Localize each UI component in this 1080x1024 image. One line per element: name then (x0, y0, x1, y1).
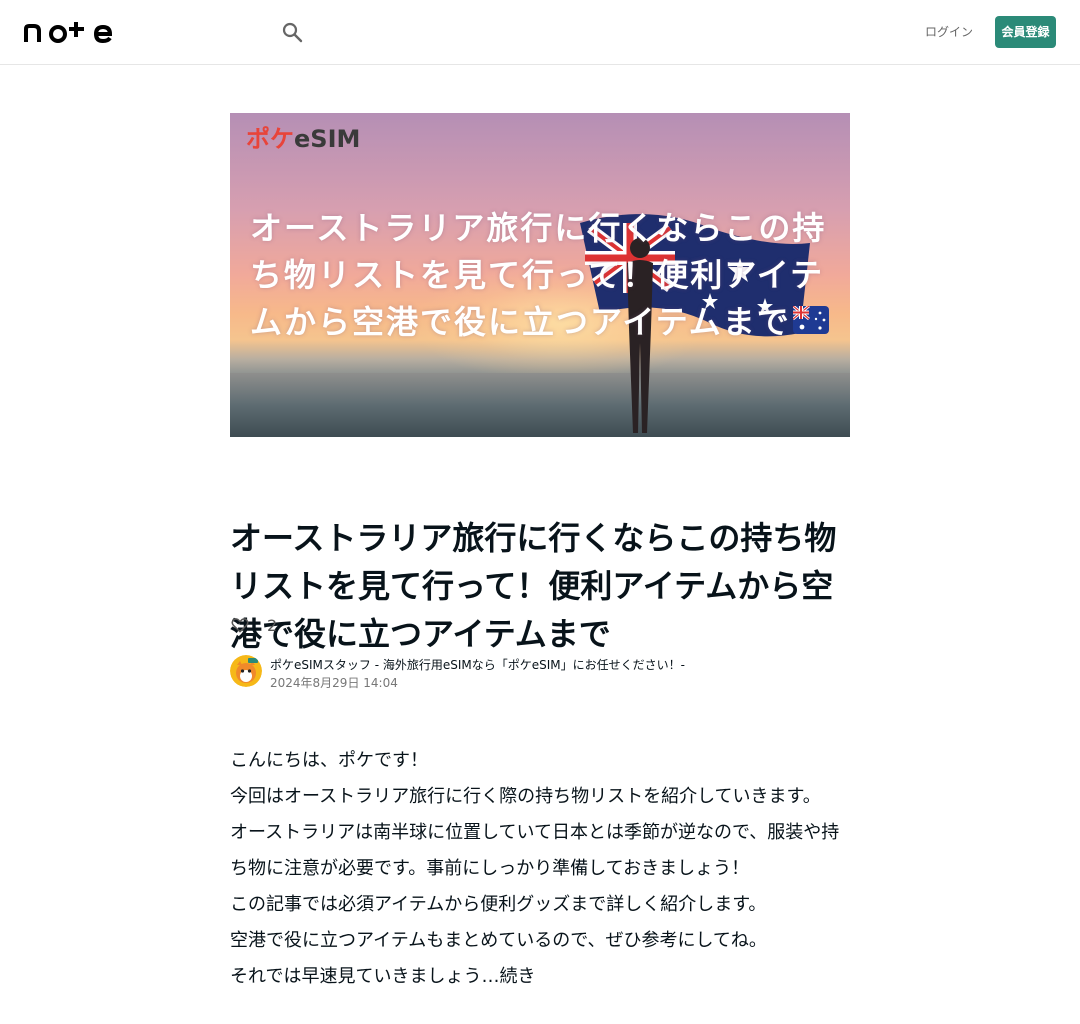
author-info: ポケeSIMスタッフ - 海外旅行用eSIMなら「ポケeSIM」にお任せください… (230, 655, 850, 690)
body-paragraph-continue[interactable]: それでは早速見ていきましょう…続き (230, 959, 850, 995)
hero-banner-text: オーストラリア旅行に行くならこの持ち物リストを見て行って！便利アイテムから空港で… (250, 209, 827, 341)
signup-button[interactable]: 会員登録 (995, 16, 1056, 48)
note-logo[interactable] (24, 20, 124, 44)
heart-icon[interactable] (230, 615, 250, 635)
search-icon[interactable] (280, 20, 304, 44)
body-paragraph: 今回はオーストラリア旅行に行く際の持ち物リストを紹介していきます。 (230, 786, 821, 807)
australia-flag-emoji-icon (793, 306, 829, 334)
hero-brand-logo: ポケeSIM (246, 125, 361, 153)
author-name[interactable]: ポケeSIMスタッフ - 海外旅行用eSIMなら「ポケeSIM」にお任せください… (270, 656, 685, 673)
like-area: 2 (230, 614, 277, 636)
login-link[interactable]: ログイン (920, 22, 978, 42)
like-count: 2 (267, 615, 278, 635)
body-paragraph: 空港で役に立つアイテムもまとめているので、ぜひ参考にしてね。 (230, 930, 767, 951)
body-paragraph: オーストラリアは南半球に位置していて日本とは季節が逆なので、服装や持ち物に注意が… (230, 822, 840, 879)
site-header: ログイン 会員登録 (0, 0, 1080, 65)
hero-image: ポケeSIM オーストラリア旅行に行くならこの持ち物リストを見て行って！便利アイ… (230, 113, 850, 437)
sea (230, 373, 850, 437)
body-paragraph: この記事では必須アイテムから便利グッズまで詳しく紹介します。 (230, 894, 767, 915)
article-title: オーストラリア旅行に行くならこの持ち物リストを見て行って！便利アイテムから空港で… (230, 519, 837, 653)
body-paragraph: こんにちは、ポケです！ (230, 750, 428, 771)
article-body: こんにちは、ポケです！ 今回はオーストラリア旅行に行く際の持ち物リストを紹介して… (230, 743, 850, 995)
post-date: 2024年8月29日 14:04 (270, 676, 398, 690)
author-avatar[interactable] (230, 655, 262, 687)
